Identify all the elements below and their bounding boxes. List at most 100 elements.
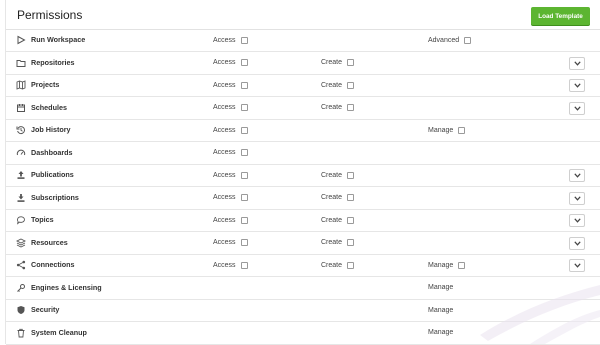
access-permission: Access: [213, 215, 248, 225]
permission-label: Connections: [31, 260, 75, 269]
create-label: Create: [321, 171, 343, 179]
manage-checkbox[interactable]: [458, 261, 466, 269]
panel-header: Permissions Load Template: [6, 0, 600, 30]
access-label: Access: [213, 171, 236, 179]
access-label: Access: [213, 126, 236, 134]
create-label: Create: [321, 216, 343, 224]
access-checkbox[interactable]: [240, 216, 248, 224]
permission-row: Repositories Access Create: [6, 52, 600, 75]
access-label: Access: [213, 81, 236, 89]
access-permission: Access: [213, 170, 248, 180]
create-checkbox[interactable]: [347, 171, 355, 179]
manage-checkbox[interactable]: [464, 36, 472, 44]
access-permission: Access: [213, 35, 248, 45]
expand-dropdown-button[interactable]: [569, 214, 585, 227]
access-label: Access: [213, 194, 236, 201]
share-icon: [16, 260, 26, 270]
create-checkbox[interactable]: [347, 81, 355, 89]
access-label: Access: [213, 216, 236, 224]
access-checkbox[interactable]: [240, 194, 248, 201]
create-label: Create: [321, 104, 343, 111]
create-checkbox[interactable]: [347, 59, 355, 66]
manage-permission: Manage: [428, 328, 453, 338]
access-label: Access: [213, 149, 236, 156]
permission-row: Run Workspace Access Advanced: [6, 29, 600, 52]
play-icon: [16, 35, 26, 45]
access-label: Access: [213, 59, 236, 66]
permission-row: Schedules Access Create: [6, 97, 600, 120]
permission-row: Publications Access Create: [6, 164, 600, 187]
history-icon: [16, 125, 26, 135]
create-label: Create: [321, 194, 343, 201]
chevron-down-icon: [573, 195, 581, 201]
key-icon: [16, 283, 26, 293]
access-permission: Access: [213, 238, 248, 248]
calendar-icon: [16, 103, 26, 113]
access-checkbox[interactable]: [240, 126, 248, 134]
permission-label: Security: [31, 305, 60, 314]
permission-label: Dashboards: [31, 147, 73, 157]
chevron-down-icon: [573, 60, 581, 66]
create-permission: Create: [321, 260, 355, 270]
chevron-down-icon: [573, 105, 581, 111]
create-checkbox[interactable]: [347, 104, 355, 111]
expand-dropdown-button[interactable]: [569, 56, 585, 70]
expand-dropdown-button[interactable]: [569, 79, 585, 92]
permission-label: Resources: [31, 237, 68, 247]
expand-dropdown-button[interactable]: [569, 191, 585, 205]
manage-permission: Manage: [428, 125, 466, 135]
access-permission: Access: [213, 125, 248, 135]
access-label: Access: [213, 104, 236, 111]
create-permission: Create: [321, 80, 355, 90]
create-permission: Create: [321, 215, 355, 225]
create-checkbox[interactable]: [347, 261, 355, 269]
expand-dropdown-button[interactable]: [569, 169, 585, 182]
permission-label: Repositories: [31, 57, 75, 67]
chevron-down-icon: [573, 240, 581, 246]
folder-icon: [16, 58, 26, 68]
chevron-down-icon: [573, 83, 581, 88]
chevron-down-icon: [573, 263, 581, 268]
permission-label: Projects: [31, 80, 60, 89]
expand-dropdown-button[interactable]: [569, 236, 585, 250]
permission-label: Run Workspace: [31, 35, 86, 44]
access-checkbox[interactable]: [240, 104, 248, 111]
access-label: Access: [213, 261, 236, 269]
manage-permission: Manage: [428, 283, 453, 293]
page-title: Permissions: [17, 8, 83, 22]
access-checkbox[interactable]: [240, 36, 248, 44]
create-label: Create: [321, 81, 343, 89]
layers-icon: [16, 237, 26, 248]
create-checkbox[interactable]: [347, 239, 355, 246]
access-permission: Access: [213, 103, 248, 113]
manage-checkbox[interactable]: [458, 126, 466, 134]
permission-label: Publications: [31, 170, 74, 179]
permission-row: Projects Access Create: [6, 74, 600, 97]
manage-permission: Manage: [428, 260, 466, 270]
create-checkbox[interactable]: [347, 194, 355, 201]
access-permission: Access: [213, 193, 248, 203]
access-permission: Access: [213, 148, 248, 158]
create-permission: Create: [321, 58, 355, 68]
permission-row: Topics Access Create: [6, 209, 600, 232]
create-permission: Create: [321, 170, 355, 180]
manage-label: Manage: [428, 306, 454, 314]
access-label: Access: [213, 36, 236, 44]
create-permission: Create: [321, 193, 355, 203]
trash-icon: [16, 328, 26, 338]
access-checkbox[interactable]: [240, 239, 248, 246]
upload-icon: [16, 170, 26, 180]
permission-row: Connections Access Create Manage: [6, 254, 600, 277]
permission-row: Security Manage: [6, 299, 600, 322]
load-template-button[interactable]: Load Template: [531, 7, 590, 25]
expand-dropdown-button[interactable]: [569, 259, 585, 272]
access-checkbox[interactable]: [240, 149, 248, 156]
permission-label: System Cleanup: [31, 327, 87, 337]
create-checkbox[interactable]: [347, 216, 355, 224]
expand-dropdown-button[interactable]: [569, 101, 585, 115]
access-checkbox[interactable]: [240, 81, 248, 89]
access-checkbox[interactable]: [240, 171, 248, 179]
access-checkbox[interactable]: [240, 59, 248, 66]
access-checkbox[interactable]: [240, 261, 248, 269]
permission-row: Engines & Licensing Manage: [6, 277, 600, 300]
